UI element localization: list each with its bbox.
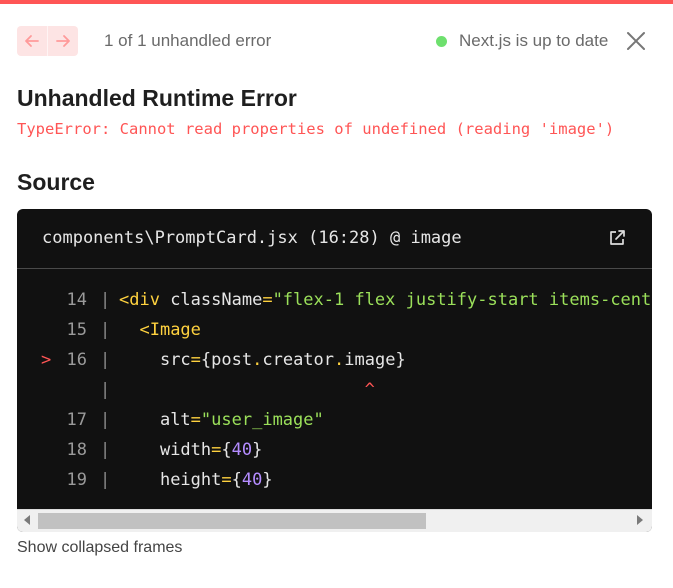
error-accent-bar [0, 0, 673, 4]
close-button[interactable] [624, 29, 648, 53]
code-line: 17 | alt="user_image" [17, 405, 652, 435]
gutter-separator: | [100, 440, 111, 460]
code-token: width [159, 440, 212, 460]
code-token: src [159, 350, 191, 370]
code-frame: components\PromptCard.jsx (16:28) @ imag… [17, 209, 652, 532]
next-error-button[interactable] [48, 26, 78, 56]
gutter-separator: | [100, 350, 111, 370]
line-number: 17 [66, 410, 87, 430]
code-line: >16 | src={post.creator.image} [17, 345, 652, 375]
code-text: width={40} [119, 435, 262, 465]
code-line: 19 | height={40} [17, 465, 652, 495]
code-token: { [231, 470, 242, 490]
code-token: = [190, 410, 201, 430]
external-link-icon [610, 230, 625, 245]
error-message: TypeError: Cannot read properties of und… [17, 120, 615, 138]
code-token: . [334, 350, 345, 370]
line-number: 14 [66, 290, 87, 310]
gutter-separator: | [100, 380, 111, 400]
code-line: | ^ [17, 375, 652, 405]
code-token: creator [262, 350, 335, 370]
code-token: className [159, 290, 263, 310]
line-number: 18 [66, 440, 87, 460]
code-line: 15 | <Image [17, 315, 652, 345]
code-text: height={40} [119, 465, 273, 495]
error-title: Unhandled Runtime Error [17, 85, 297, 111]
error-column-caret: ^ [364, 380, 375, 400]
code-token: . [252, 350, 263, 370]
code-line: 14 | <div className="flex-1 flex justify-s… [17, 285, 652, 315]
code-text: ^ [119, 375, 375, 405]
code-token: height [159, 470, 222, 490]
version-status-text: Next.js is up to date [459, 31, 609, 50]
code-token: <Image [139, 320, 201, 340]
code-token: { [221, 440, 232, 460]
source-file-location[interactable]: components\PromptCard.jsx (16:28) @ imag… [42, 228, 462, 248]
gutter-separator: | [100, 410, 111, 430]
code-token: 40 [241, 470, 263, 490]
error-line-marker: > [41, 350, 52, 370]
line-number: 16 [66, 350, 87, 370]
code-token: {post [200, 350, 253, 370]
code-token: = [221, 470, 232, 490]
code-text: alt="user_image" [119, 405, 324, 435]
code-frame-header: components\PromptCard.jsx (16:28) @ imag… [17, 209, 652, 269]
code-token: 40 [231, 440, 253, 460]
code-token: } [252, 440, 263, 460]
code-token: = [190, 350, 201, 370]
line-number: 15 [66, 320, 87, 340]
status-dot-icon [436, 35, 447, 47]
version-status: Next.js is up to date [436, 31, 608, 51]
code-text: <Image [119, 315, 201, 345]
code-token: "user_image" [200, 410, 324, 430]
scroll-right-arrow-icon[interactable] [637, 515, 643, 525]
code-token: = [211, 440, 222, 460]
source-heading: Source [17, 169, 95, 195]
code-token: "flex-1 flex justify-start items-center … [272, 290, 652, 310]
arrow-left-icon [25, 35, 39, 47]
line-number: 19 [66, 470, 87, 490]
code-token: alt [159, 410, 191, 430]
scrollbar-thumb[interactable] [38, 513, 426, 529]
show-collapsed-frames-button[interactable]: Show collapsed frames [17, 539, 182, 557]
open-in-editor-button[interactable] [607, 228, 629, 250]
scroll-left-arrow-icon[interactable] [24, 515, 30, 525]
horizontal-scrollbar[interactable] [17, 509, 652, 532]
code-text: <div className="flex-1 flex justify-star… [119, 285, 652, 315]
code-lines: 14 | <div className="flex-1 flex justify-s… [17, 285, 652, 509]
code-text: src={post.creator.image} [119, 345, 406, 375]
previous-error-button[interactable] [17, 26, 47, 56]
gutter-separator: | [100, 470, 111, 490]
code-token: } [262, 470, 273, 490]
gutter-separator: | [100, 320, 111, 340]
error-navigation [17, 26, 78, 56]
code-token: = [262, 290, 273, 310]
code-line: 18 | width={40} [17, 435, 652, 465]
code-token: image} [344, 350, 406, 370]
arrow-right-icon [56, 35, 70, 47]
error-counter: 1 of 1 unhandled error [104, 31, 272, 50]
close-icon [627, 32, 645, 50]
gutter-separator: | [100, 290, 111, 310]
code-token: <div [119, 290, 160, 310]
